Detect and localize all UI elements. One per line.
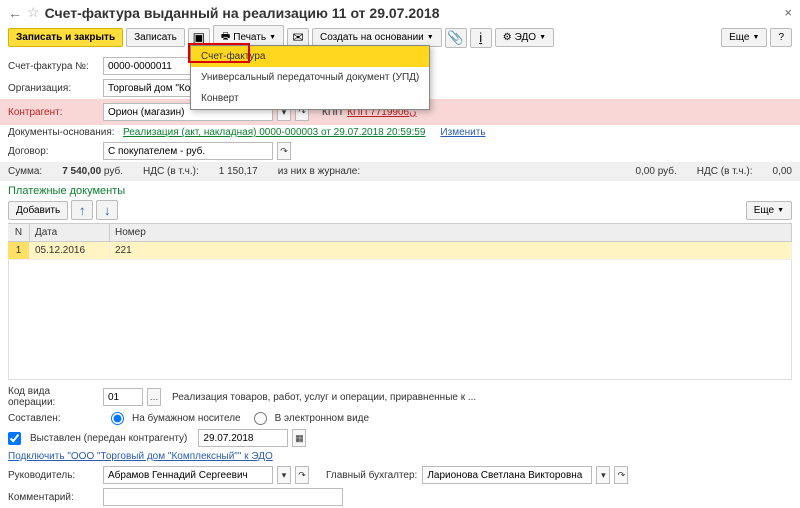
grid-more-button[interactable]: Еще ▼ bbox=[746, 201, 792, 220]
print-dropdown: Счет-фактура Универсальный передаточный … bbox=[190, 45, 430, 110]
lbl-contract: Договор: bbox=[8, 146, 98, 157]
lbl-issued: Выставлен (передан контрагенту) bbox=[30, 433, 187, 444]
close-icon[interactable]: × bbox=[784, 5, 792, 20]
payments-grid: N Дата Номер 1 05.12.2016 221 bbox=[8, 223, 792, 380]
issue-date-picker-icon[interactable]: ▦ bbox=[292, 429, 306, 447]
star-icon[interactable]: ☆ bbox=[27, 4, 40, 21]
cell-no: 221 bbox=[110, 242, 792, 259]
attach-icon[interactable]: 📎 bbox=[445, 28, 467, 48]
info-icon[interactable]: i bbox=[470, 28, 492, 48]
chief-select-icon[interactable]: ▾ bbox=[596, 466, 610, 484]
lbl-chief: Главный бухгалтер: bbox=[326, 470, 417, 481]
kod-input[interactable] bbox=[103, 388, 143, 406]
col-n[interactable]: N bbox=[8, 224, 30, 241]
lbl-org: Организация: bbox=[8, 83, 98, 94]
lbl-comment: Комментарий: bbox=[8, 492, 98, 503]
grid-empty-area[interactable] bbox=[8, 260, 792, 380]
lbl-sfno: Счет-фактура №: bbox=[8, 61, 98, 72]
kod-desc: Реализация товаров, работ, услуг и опера… bbox=[172, 392, 476, 403]
chief-input[interactable] bbox=[422, 466, 592, 484]
j2: 0,00 bbox=[773, 166, 792, 177]
back-arrow-icon[interactable]: ← bbox=[8, 5, 22, 21]
help-button[interactable]: ? bbox=[770, 28, 792, 47]
lbl-kod: Код вида операции: bbox=[8, 386, 98, 408]
head-select-icon[interactable]: ▾ bbox=[277, 466, 291, 484]
sf-no-input[interactable] bbox=[103, 57, 193, 75]
save-close-button[interactable]: Записать и закрыть bbox=[8, 28, 123, 47]
table-row[interactable]: 1 05.12.2016 221 bbox=[8, 242, 792, 260]
col-number[interactable]: Номер bbox=[110, 224, 792, 241]
contract-open-icon[interactable]: ↷ bbox=[277, 142, 291, 160]
dd-item-envelope[interactable]: Конверт bbox=[191, 88, 429, 109]
issue-date-input[interactable] bbox=[198, 429, 288, 447]
section-pdocs: Платежные документы bbox=[0, 181, 800, 197]
kod-select-icon[interactable]: … bbox=[147, 388, 161, 406]
connect-edo-link[interactable]: Подключить "ООО "Торговый дом "Комплексн… bbox=[8, 451, 273, 462]
move-down-icon[interactable]: ↓ bbox=[96, 200, 118, 220]
lbl-compiled: Составлен: bbox=[8, 413, 98, 424]
more-button[interactable]: Еще ▼ bbox=[721, 28, 767, 47]
lbl-sum: Сумма: bbox=[8, 166, 42, 177]
nds-value: 1 150,17 bbox=[219, 166, 258, 177]
chief-open-icon[interactable]: ↷ bbox=[614, 466, 628, 484]
add-button[interactable]: Добавить bbox=[8, 201, 68, 220]
issued-checkbox[interactable] bbox=[8, 432, 21, 445]
cell-date: 05.12.2016 bbox=[30, 242, 110, 259]
col-date[interactable]: Дата bbox=[30, 224, 110, 241]
save-button[interactable]: Записать bbox=[126, 28, 185, 47]
docs-link[interactable]: Реализация (акт, накладная) 0000-000003 … bbox=[123, 127, 425, 138]
lbl-kp: Контрагент: bbox=[8, 107, 98, 118]
cell-n: 1 bbox=[8, 242, 30, 259]
lbl-nds: НДС (в т.ч.): bbox=[143, 166, 199, 177]
comment-input[interactable] bbox=[103, 488, 343, 506]
edo-button[interactable]: ⚙ ЭДО ▼ bbox=[495, 28, 554, 47]
page-title: Счет-фактура выданный на реализацию 11 о… bbox=[45, 5, 440, 21]
lbl-docs: Документы-основания: bbox=[8, 127, 118, 138]
radio-electronic[interactable] bbox=[254, 412, 267, 425]
contract-input[interactable] bbox=[103, 142, 273, 160]
radio-paper[interactable] bbox=[111, 412, 124, 425]
head-input[interactable] bbox=[103, 466, 273, 484]
dd-item-sf[interactable]: Счет-фактура bbox=[191, 46, 429, 67]
move-up-icon[interactable]: ↑ bbox=[71, 200, 93, 220]
head-open-icon[interactable]: ↷ bbox=[295, 466, 309, 484]
sum-value: 7 540,00 bbox=[62, 166, 101, 177]
lbl-head: Руководитель: bbox=[8, 470, 98, 481]
j1: 0,00 bbox=[635, 166, 654, 177]
lbl-journal: из них в журнале: bbox=[278, 166, 360, 177]
dd-item-upd[interactable]: Универсальный передаточный документ (УПД… bbox=[191, 67, 429, 88]
change-link[interactable]: Изменить bbox=[440, 127, 485, 138]
